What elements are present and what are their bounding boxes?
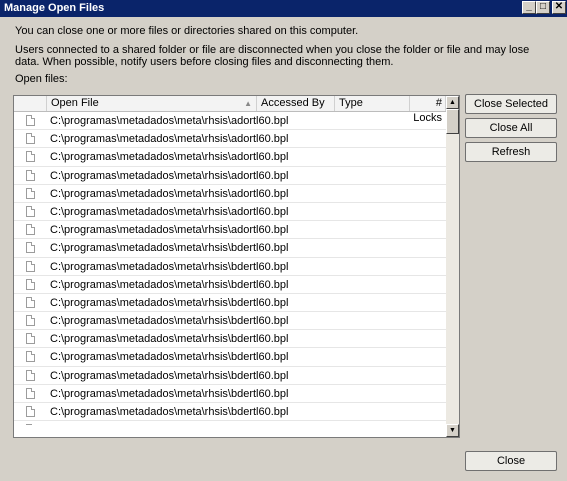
open-file-path: C:\programas\metadados\meta\rhsis\bdertl… [50,242,289,255]
scroll-down-arrow-icon[interactable]: ▼ [446,424,459,437]
scroll-up-arrow-icon[interactable]: ▲ [446,96,459,109]
table-row[interactable]: C:\programas\metadados\meta\rhsis\bdertl… [14,385,446,403]
column-header-accessed-by[interactable]: Accessed By [257,96,335,111]
file-icon [26,205,35,217]
file-icon [26,351,35,363]
file-icon [26,387,35,399]
manage-open-files-window: Manage Open Files _ □ ✕ You can close on… [0,0,567,481]
title-bar[interactable]: Manage Open Files _ □ ✕ [0,0,567,17]
table-row[interactable]: C:\programas\metadados\meta\rhsis\bdertl… [14,294,446,313]
table-row[interactable]: C:\programas\metadados\meta\rhsis\bdertl… [14,348,446,367]
scroll-thumb[interactable] [446,109,459,134]
file-icon [26,315,35,327]
horizontal-scrollbar[interactable] [14,425,446,437]
open-file-path: C:\programas\metadados\meta\rhsis\bdertl… [50,369,289,382]
column-header-icon[interactable] [14,96,47,111]
file-icon [26,369,35,381]
open-file-path: C:\programas\metadados\meta\rhsis\bdertl… [50,406,289,418]
close-all-button[interactable]: Close All [465,118,557,138]
open-file-path: C:\programas\metadados\meta\rhsis\bdertl… [50,351,289,364]
open-file-path: C:\programas\metadados\meta\rhsis\adortl… [50,187,289,200]
window-title: Manage Open Files [4,2,105,14]
close-button[interactable]: Close [465,451,557,471]
list-header: Open File ▲ Accessed By Type # Locks [14,96,446,124]
table-row[interactable]: C:\programas\metadados\meta\rhsis\bdertl… [14,239,446,258]
open-files-label: Open files: [15,73,68,85]
open-file-path: C:\programas\metadados\meta\rhsis\adortl… [50,115,289,127]
open-files-list[interactable]: Open File ▲ Accessed By Type # Locks C:\… [13,95,460,438]
description-line-1: You can close one or more files or direc… [15,25,359,37]
column-header-open-file[interactable]: Open File ▲ [47,96,257,111]
file-icon [26,169,35,181]
table-row[interactable]: C:\programas\metadados\meta\rhsis\bdertl… [14,403,446,422]
table-row[interactable]: C:\programas\metadados\meta\rhsis\bdertl… [14,367,446,385]
table-row[interactable]: C:\programas\metadados\meta\rhsis\bdertl… [14,312,446,331]
table-row[interactable]: C:\programas\metadados\meta\rhsis\adortl… [14,185,446,203]
close-selected-button[interactable]: Close Selected [465,94,557,114]
table-row[interactable]: C:\programas\metadados\meta\rhsis\adortl… [14,221,446,240]
open-file-path: C:\programas\metadados\meta\rhsis\adortl… [50,133,289,146]
table-row[interactable]: C:\programas\metadados\meta\rhsis\adortl… [14,167,446,185]
open-file-path: C:\programas\metadados\meta\rhsis\bdertl… [50,387,289,400]
table-row[interactable]: C:\programas\metadados\meta\rhsis\bdertl… [14,330,446,349]
open-file-path: C:\programas\metadados\meta\rhsis\bdertl… [50,260,289,273]
file-icon [26,224,35,236]
maximize-button[interactable]: □ [536,1,550,14]
table-row[interactable]: C:\programas\metadados\meta\rhsis\bdertl… [14,258,446,276]
table-row[interactable]: C:\programas\metadados\meta\rhsis\bdertl… [14,276,446,294]
column-header-type[interactable]: Type [335,96,410,111]
open-file-path: C:\programas\metadados\meta\rhsis\bdertl… [50,278,289,291]
file-icon [26,333,35,345]
column-header-open-file-label: Open File [51,97,99,109]
sort-ascending-icon: ▲ [244,99,252,108]
table-row[interactable]: C:\programas\metadados\meta\rhsis\adortl… [14,112,446,131]
file-icon [26,187,35,199]
list-rows: C:\programas\metadados\meta\rhsis\adortl… [14,112,446,437]
table-row[interactable]: C:\programas\metadados\meta\rhsis\adortl… [14,130,446,149]
refresh-button[interactable]: Refresh [465,142,557,162]
file-icon [26,133,35,145]
file-icon [26,115,35,126]
table-row[interactable]: C:\programas\metadados\meta\rhsis\adortl… [14,148,446,167]
minimize-button[interactable]: _ [522,1,536,14]
file-icon [26,296,35,308]
file-icon [26,260,35,272]
open-file-path: C:\programas\metadados\meta\rhsis\adortl… [50,169,289,182]
open-file-path: C:\programas\metadados\meta\rhsis\bdertl… [50,333,289,346]
description-line-2: Users connected to a shared folder or fi… [15,44,530,68]
column-header-locks[interactable]: # Locks [410,96,446,124]
open-file-path: C:\programas\metadados\meta\rhsis\adortl… [50,224,289,237]
file-icon [26,278,35,290]
file-icon [26,151,35,163]
file-icon [26,242,35,254]
close-window-button[interactable]: ✕ [552,1,566,14]
open-file-path: C:\programas\metadados\meta\rhsis\adortl… [50,151,289,164]
open-file-path: C:\programas\metadados\meta\rhsis\bdertl… [50,296,289,309]
table-row[interactable]: C:\programas\metadados\meta\rhsis\adortl… [14,203,446,222]
file-icon [26,406,35,417]
open-file-path: C:\programas\metadados\meta\rhsis\adortl… [50,205,289,218]
open-file-path: C:\programas\metadados\meta\rhsis\bdertl… [50,315,289,328]
vertical-scrollbar[interactable]: ▲ ▼ [446,96,459,437]
